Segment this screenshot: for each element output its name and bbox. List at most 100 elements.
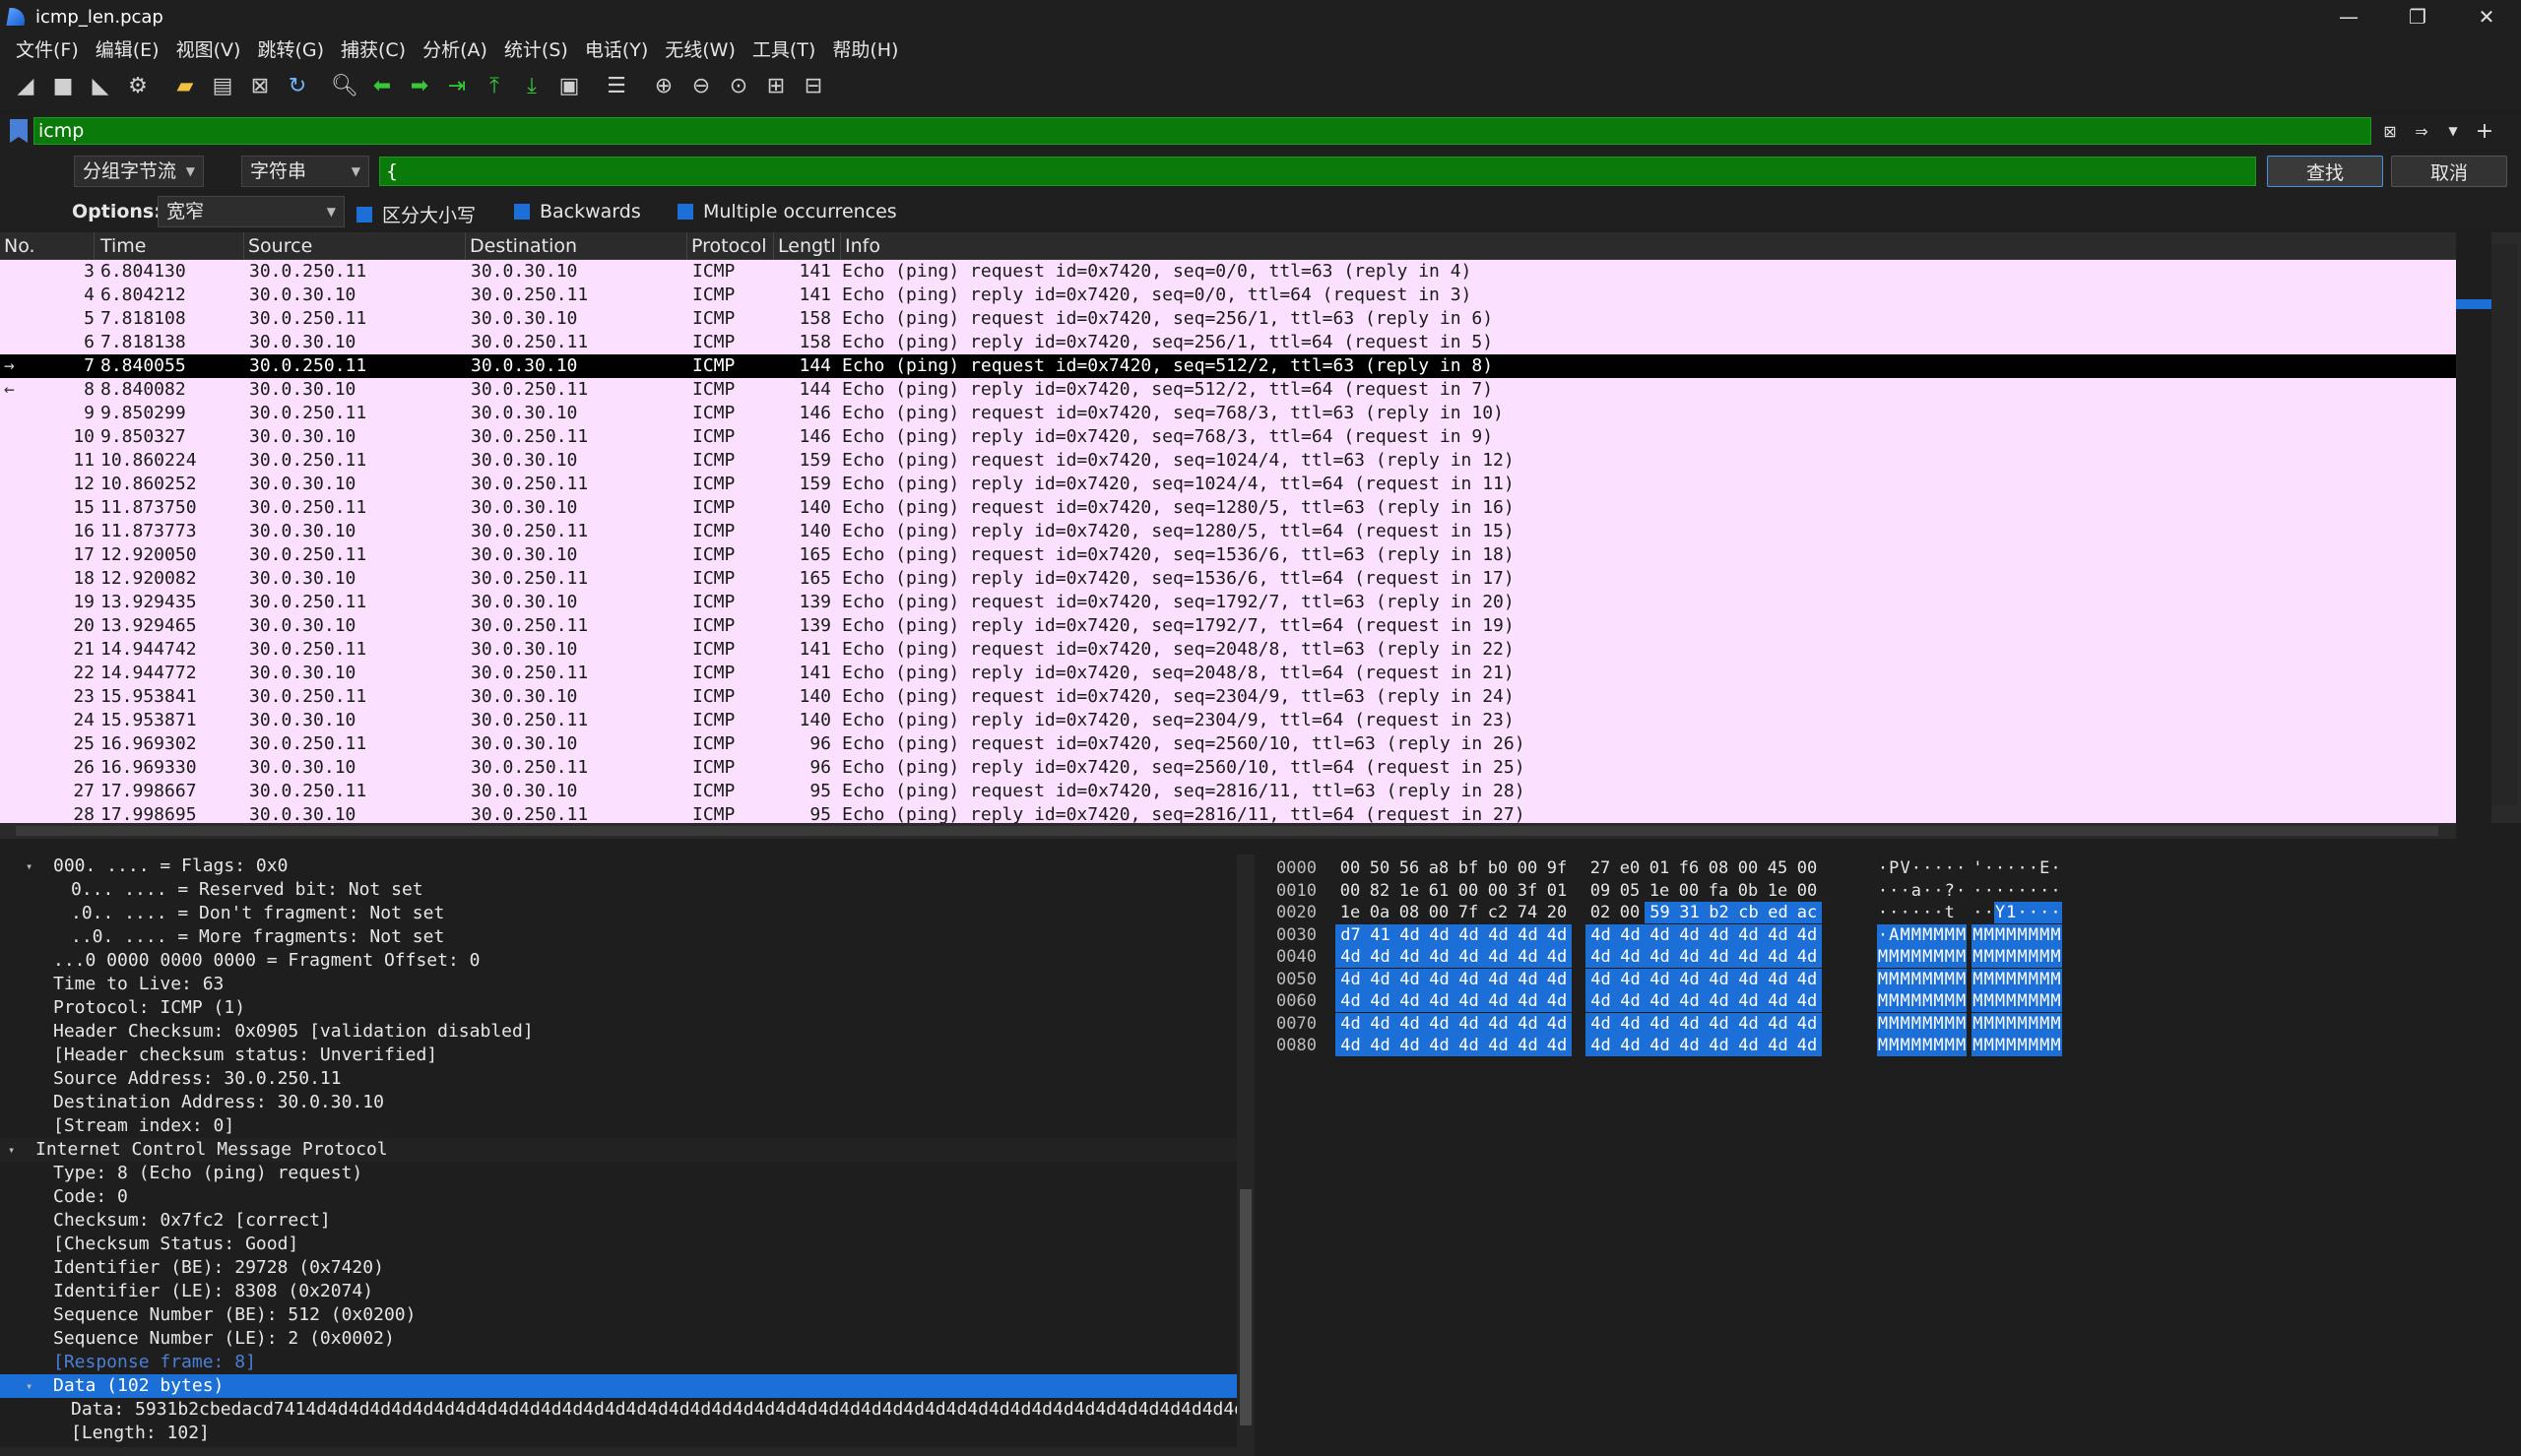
- hex-byte[interactable]: 00: [1792, 857, 1822, 879]
- hex-byte[interactable]: 4d: [1704, 946, 1734, 968]
- hex-byte[interactable]: 4d: [1542, 1012, 1572, 1035]
- hex-byte[interactable]: 4d: [1454, 946, 1484, 968]
- pane-splitter[interactable]: [0, 839, 2521, 855]
- hex-byte[interactable]: 4d: [1733, 923, 1764, 946]
- hex-byte[interactable]: 4d: [1585, 1012, 1616, 1035]
- hex-byte[interactable]: 4d: [1454, 990, 1484, 1012]
- hex-byte[interactable]: 4d: [1365, 946, 1395, 968]
- hex-byte[interactable]: 4d: [1394, 968, 1425, 990]
- hex-byte[interactable]: 56: [1394, 857, 1424, 879]
- zoom-in-icon[interactable]: ⊕: [648, 70, 679, 101]
- hex-byte[interactable]: 4d: [1674, 946, 1705, 968]
- tree-item-selected[interactable]: ▾ Data (102 bytes): [0, 1374, 1237, 1398]
- hex-byte[interactable]: 4d: [1424, 946, 1454, 968]
- packet-row[interactable]: ← 8 8.840082 30.0.30.10 30.0.250.11 ICMP 144 Ec…: [0, 378, 2456, 402]
- menu-wireless[interactable]: 无线(W): [657, 35, 743, 62]
- menu-analyze[interactable]: 分析(A): [415, 35, 495, 62]
- hex-byte[interactable]: 4d: [1704, 968, 1734, 990]
- tree-item[interactable]: Type: 8 (Echo (ping) request): [0, 1162, 1237, 1185]
- tree-item[interactable]: ▾ 000. .... = Flags: 0x0: [0, 855, 1237, 878]
- hex-byte[interactable]: a8: [1424, 857, 1454, 879]
- resize-columns-icon[interactable]: ⊞: [760, 70, 792, 101]
- hex-byte[interactable]: d7: [1335, 923, 1366, 946]
- tree-item[interactable]: [Length: 102]: [0, 1422, 1237, 1445]
- hex-byte[interactable]: 4d: [1483, 990, 1514, 1012]
- hex-byte[interactable]: 4d: [1615, 990, 1646, 1012]
- tree-item[interactable]: Time to Live: 63: [0, 973, 1237, 996]
- packet-row[interactable]: 18 12.920082 30.0.30.10 30.0.250.11 ICMP 165 E…: [0, 567, 2456, 591]
- hex-byte[interactable]: 59: [1645, 902, 1675, 923]
- hex-byte[interactable]: c2: [1483, 902, 1513, 923]
- hex-byte[interactable]: 4d: [1542, 968, 1572, 990]
- hex-byte[interactable]: fa: [1704, 880, 1733, 902]
- packet-row-selected[interactable]: → 7 8.840055 30.0.250.11 30.0.30.10 ICMP 144 Ec…: [0, 354, 2456, 378]
- hex-byte[interactable]: 4d: [1335, 990, 1366, 1012]
- menu-telephony[interactable]: 电话(Y): [577, 35, 656, 62]
- colorize-icon[interactable]: ☰: [601, 70, 632, 101]
- packet-row[interactable]: 21 14.944742 30.0.250.11 30.0.30.10 ICMP 141 E…: [0, 638, 2456, 662]
- tree-item[interactable]: [Checksum Status: Good]: [0, 1233, 1237, 1256]
- hex-byte[interactable]: 4d: [1763, 1035, 1793, 1056]
- hex-byte[interactable]: 4d: [1674, 1012, 1705, 1035]
- hex-byte[interactable]: 4d: [1394, 1012, 1425, 1035]
- hex-byte[interactable]: 4d: [1513, 923, 1543, 946]
- open-file-icon[interactable]: ▰: [169, 70, 201, 101]
- hex-byte[interactable]: 0b: [1733, 880, 1763, 902]
- hex-byte[interactable]: 1e: [1763, 880, 1792, 902]
- menu-go[interactable]: 跳转(G): [249, 35, 332, 62]
- restart-capture-icon[interactable]: ◣: [85, 70, 116, 101]
- details-scroll-thumb[interactable]: [1240, 1189, 1252, 1425]
- hex-byte[interactable]: 0a: [1365, 902, 1394, 923]
- hex-byte[interactable]: 4d: [1792, 1012, 1822, 1035]
- multiple-occurrences-checkbox[interactable]: Multiple occurrences: [678, 201, 897, 222]
- reload-file-icon[interactable]: ↻: [282, 70, 313, 101]
- column-protocol[interactable]: Protocol: [687, 232, 774, 260]
- packet-row[interactable]: 26 16.969330 30.0.30.10 30.0.250.11 ICMP 96 Ec…: [0, 756, 2456, 780]
- menu-view[interactable]: 视图(V): [168, 35, 249, 62]
- packet-row[interactable]: 27 17.998667 30.0.250.11 30.0.30.10 ICMP 95 Ec…: [0, 780, 2456, 803]
- hex-byte[interactable]: 00: [1513, 857, 1542, 879]
- search-type-select[interactable]: 字符串 ▼: [241, 156, 369, 187]
- packet-row[interactable]: 22 14.944772 30.0.30.10 30.0.250.11 ICMP 141 E…: [0, 662, 2456, 685]
- hex-byte[interactable]: 4d: [1645, 923, 1675, 946]
- hex-byte[interactable]: 4d: [1424, 968, 1454, 990]
- scrollbar-track[interactable]: [2491, 244, 2517, 805]
- menu-file[interactable]: 文件(F): [8, 35, 87, 62]
- charset-select[interactable]: 宽窄 ▼: [158, 196, 345, 227]
- hex-byte[interactable]: 00: [1792, 880, 1822, 902]
- hex-byte[interactable]: 41: [1365, 923, 1395, 946]
- hex-byte[interactable]: 4d: [1483, 1012, 1514, 1035]
- hex-byte[interactable]: 4d: [1792, 1035, 1822, 1056]
- column-time[interactable]: Time: [95, 232, 244, 260]
- hex-byte[interactable]: 4d: [1542, 946, 1572, 968]
- hex-byte[interactable]: 4d: [1394, 1035, 1425, 1056]
- hex-byte[interactable]: 4d: [1513, 946, 1543, 968]
- hex-byte[interactable]: 00: [1483, 880, 1513, 902]
- hex-byte[interactable]: 20: [1542, 902, 1572, 923]
- hex-byte[interactable]: 4d: [1763, 1012, 1793, 1035]
- hex-byte[interactable]: 4d: [1394, 946, 1425, 968]
- hex-byte[interactable]: 4d: [1513, 968, 1543, 990]
- hex-byte[interactable]: 4d: [1733, 946, 1764, 968]
- hex-byte[interactable]: 4d: [1733, 990, 1764, 1012]
- tree-item[interactable]: Sequence Number (BE): 512 (0x0200): [0, 1303, 1237, 1327]
- packet-row[interactable]: 4 6.804212 30.0.30.10 30.0.250.11 ICMP 141 Ech…: [0, 284, 2456, 307]
- details-scrollbar[interactable]: [1237, 855, 1255, 1447]
- packet-row[interactable]: 11 10.860224 30.0.250.11 30.0.30.10 ICMP 159 E…: [0, 449, 2456, 473]
- hex-byte[interactable]: 4d: [1704, 923, 1734, 946]
- expand-toggle-icon[interactable]: ▾: [8, 1138, 15, 1162]
- case-sensitive-checkbox[interactable]: 区分大小写: [356, 201, 476, 227]
- hex-byte[interactable]: 4d: [1704, 1012, 1734, 1035]
- tree-item[interactable]: [Stream index: 0]: [0, 1114, 1237, 1138]
- hex-byte[interactable]: 4d: [1733, 1012, 1764, 1035]
- packet-row[interactable]: 9 9.850299 30.0.250.11 30.0.30.10 ICMP 146 Ech…: [0, 402, 2456, 425]
- column-length[interactable]: Lengtl: [774, 232, 841, 260]
- packet-row[interactable]: 24 15.953871 30.0.30.10 30.0.250.11 ICMP 140 E…: [0, 709, 2456, 732]
- hex-byte[interactable]: 4d: [1542, 1035, 1572, 1056]
- hex-byte[interactable]: 4d: [1615, 1012, 1646, 1035]
- hex-byte[interactable]: 4d: [1585, 968, 1616, 990]
- menu-edit[interactable]: 编辑(E): [88, 35, 167, 62]
- hex-byte[interactable]: 4d: [1454, 1012, 1484, 1035]
- details-hscrollbar[interactable]: [0, 1447, 1255, 1456]
- hex-byte[interactable]: e0: [1615, 857, 1645, 879]
